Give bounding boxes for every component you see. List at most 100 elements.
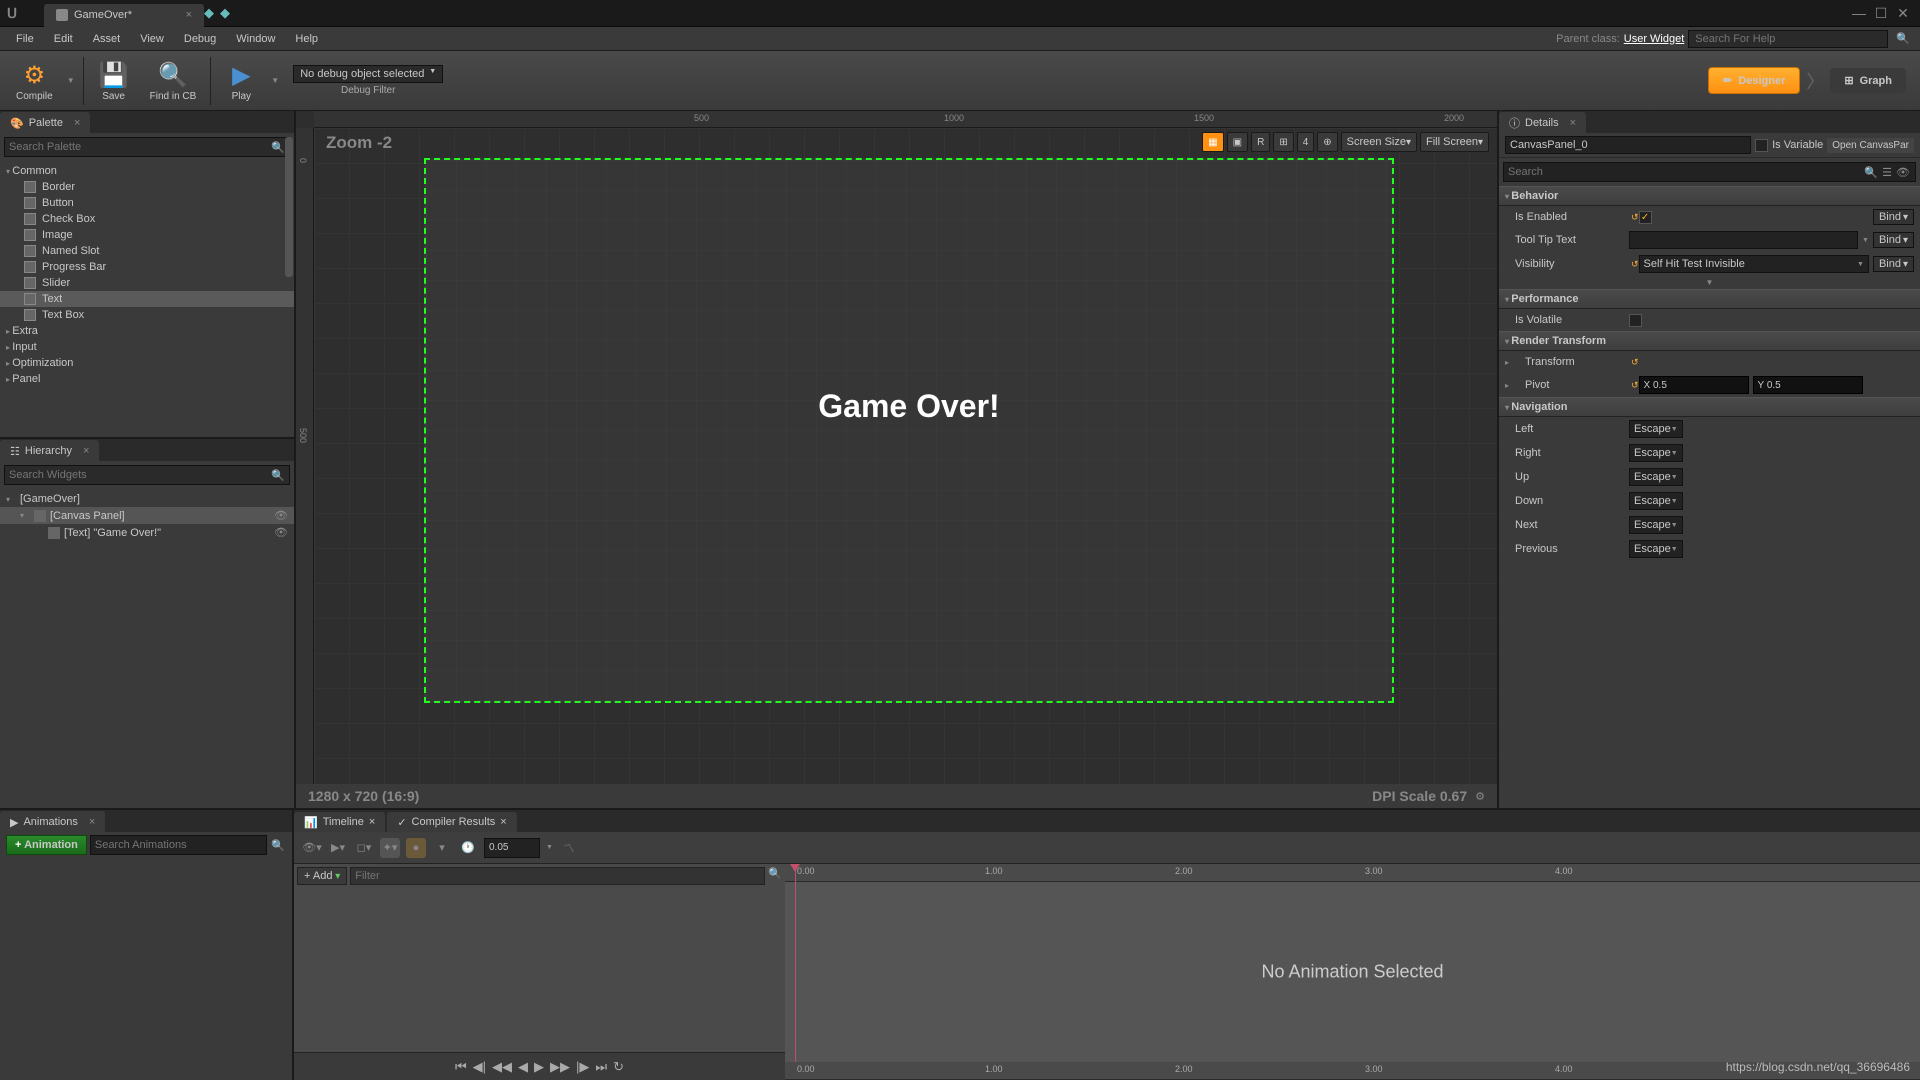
help-search-icon[interactable]: 🔍 xyxy=(1896,32,1910,45)
next-key-icon[interactable]: |▶ xyxy=(576,1059,589,1075)
vp-screensize-select[interactable]: Screen Size ▾ xyxy=(1341,132,1417,152)
bind-button[interactable]: Bind▾ xyxy=(1873,232,1914,248)
vp-fillscreen-select[interactable]: Fill Screen ▾ xyxy=(1420,132,1489,152)
palette-item-namedslot[interactable]: Named Slot xyxy=(0,243,294,259)
palette-item-text[interactable]: Text xyxy=(0,291,294,307)
compiler-results-tab[interactable]: ✓ Compiler Results× xyxy=(387,812,516,832)
palette-item-border[interactable]: Border xyxy=(0,179,294,195)
menu-file[interactable]: File xyxy=(6,30,44,48)
vp-loc-button[interactable]: ⊕ xyxy=(1317,132,1337,152)
eye-icon[interactable]: 👁 xyxy=(1895,166,1911,179)
animations-search-input[interactable] xyxy=(90,835,267,855)
vp-gridsnap-button[interactable]: 4 xyxy=(1297,132,1315,152)
category-render-transform[interactable]: Render Transform xyxy=(1499,331,1920,351)
close-icon[interactable]: × xyxy=(83,445,89,457)
is-variable-checkbox[interactable] xyxy=(1755,139,1768,152)
palette-item-textbox[interactable]: Text Box xyxy=(0,307,294,323)
view-options-icon[interactable]: 👁▾ xyxy=(302,838,322,858)
isenabled-checkbox[interactable] xyxy=(1639,211,1652,224)
nav-prev-select[interactable]: Escape▼ xyxy=(1629,540,1683,558)
menu-edit[interactable]: Edit xyxy=(44,30,83,48)
palette-item-image[interactable]: Image xyxy=(0,227,294,243)
menu-debug[interactable]: Debug xyxy=(174,30,226,48)
add-animation-button[interactable]: + Animation xyxy=(6,835,87,855)
nav-left-select[interactable]: Escape▼ xyxy=(1629,420,1683,438)
bind-button[interactable]: Bind▾ xyxy=(1873,256,1914,272)
visibility-icon[interactable]: 👁 xyxy=(274,526,288,539)
vp-layout-button[interactable]: ▦ xyxy=(1202,132,1223,152)
close-icon[interactable]: × xyxy=(369,816,375,828)
widget-name-input[interactable] xyxy=(1505,136,1751,154)
track-filter-input[interactable] xyxy=(350,867,765,885)
palette-item-progressbar[interactable]: Progress Bar xyxy=(0,259,294,275)
play-reverse-icon[interactable]: ◀ xyxy=(518,1059,528,1075)
palette-tab[interactable]: 🎨 Palette× xyxy=(0,112,90,134)
reset-icon[interactable]: ↺ xyxy=(1631,259,1639,270)
visibility-select[interactable]: Self Hit Test Invisible▼ xyxy=(1639,255,1869,273)
compile-dropdown[interactable]: ▼ xyxy=(63,76,79,85)
save-button[interactable]: 💾 Save xyxy=(88,56,140,105)
find-in-cb-button[interactable]: 🔍 Find in CB xyxy=(140,56,207,105)
playback-play-icon[interactable]: ▶▾ xyxy=(328,838,348,858)
canvas-text-widget[interactable]: Game Over! xyxy=(424,388,1394,425)
close-window-button[interactable]: ✕ xyxy=(1894,4,1912,22)
curve-editor-icon[interactable]: 〽 xyxy=(559,838,579,858)
palette-category-panel[interactable]: Panel xyxy=(0,371,294,387)
menu-view[interactable]: View xyxy=(130,30,174,48)
vp-r-button[interactable]: R xyxy=(1251,132,1270,152)
play-dropdown[interactable]: ▼ xyxy=(267,76,283,85)
details-search-input[interactable] xyxy=(1508,166,1863,178)
snap-icon[interactable]: ▾ xyxy=(432,838,452,858)
close-tab-icon[interactable]: × xyxy=(186,9,192,21)
hierarchy-text-widget[interactable]: [Text] "Game Over!"👁 xyxy=(0,524,294,541)
loop-icon[interactable]: ↻ xyxy=(613,1059,624,1075)
add-track-button[interactable]: + Add ▾ xyxy=(297,867,347,885)
designer-mode-button[interactable]: ✏ Designer xyxy=(1708,67,1800,94)
palette-category-optimization[interactable]: Optimization xyxy=(0,355,294,371)
category-navigation[interactable]: Navigation xyxy=(1499,397,1920,417)
tooltip-input[interactable] xyxy=(1629,231,1858,249)
menu-help[interactable]: Help xyxy=(285,30,328,48)
open-parent-button[interactable]: Open CanvasPar xyxy=(1827,138,1914,153)
hierarchy-canvas-panel[interactable]: ▾[Canvas Panel]👁 xyxy=(0,507,294,524)
animations-tab[interactable]: ▶ Animations× xyxy=(0,811,105,833)
expand-icon[interactable]: ▸ xyxy=(1505,358,1515,367)
palette-category-extra[interactable]: Extra xyxy=(0,323,294,339)
expand-icon[interactable]: ▸ xyxy=(1505,381,1515,390)
palette-item-button[interactable]: Button xyxy=(0,195,294,211)
graph-mode-button[interactable]: ⊞ Graph xyxy=(1830,68,1906,93)
help-search-input[interactable] xyxy=(1688,30,1888,48)
expand-advanced-icon[interactable]: ▼ xyxy=(1499,276,1920,289)
menu-asset[interactable]: Asset xyxy=(83,30,131,48)
palette-item-slider[interactable]: Slider xyxy=(0,275,294,291)
reset-icon[interactable]: ↺ xyxy=(1631,380,1639,391)
details-tab[interactable]: ⓘ Details× xyxy=(1499,112,1586,134)
hierarchy-root[interactable]: ▾[GameOver] xyxy=(0,491,294,507)
search-icon[interactable]: 🔍 xyxy=(271,469,285,482)
close-icon[interactable]: × xyxy=(89,816,95,828)
nav-next-select[interactable]: Escape▼ xyxy=(1629,516,1683,534)
play-forward-icon[interactable]: ▶ xyxy=(534,1059,544,1075)
source-control-icon[interactable]: ◆ xyxy=(204,5,214,21)
menu-window[interactable]: Window xyxy=(226,30,285,48)
search-icon[interactable]: 🔍 xyxy=(267,839,289,852)
pivot-x-input[interactable] xyxy=(1639,376,1749,394)
step-back-icon[interactable]: ◀◀ xyxy=(492,1059,512,1075)
search-icon[interactable]: 🔍 xyxy=(1863,166,1879,179)
vp-outline-button[interactable]: ▣ xyxy=(1227,132,1248,152)
vp-grid-button[interactable]: ⊞ xyxy=(1273,132,1293,152)
reset-icon[interactable]: ↺ xyxy=(1631,357,1639,368)
dpi-settings-icon[interactable]: ⚙ xyxy=(1475,790,1485,803)
canvas-panel-outline[interactable] xyxy=(424,158,1394,703)
time-input[interactable] xyxy=(484,838,540,858)
key-button-icon[interactable]: ✦▾ xyxy=(380,838,400,858)
palette-item-checkbox[interactable]: Check Box xyxy=(0,211,294,227)
timeline-ruler[interactable]: 0.00 1.00 2.00 3.00 4.00 xyxy=(785,864,1920,882)
step-fwd-icon[interactable]: ▶▶ xyxy=(550,1059,570,1075)
parent-class-link[interactable]: User Widget xyxy=(1624,33,1685,45)
nav-down-select[interactable]: Escape▼ xyxy=(1629,492,1683,510)
timeline-tab[interactable]: 📊 Timeline× xyxy=(294,812,385,832)
time-icon[interactable]: 🕐 xyxy=(458,838,478,858)
palette-category-common[interactable]: Common xyxy=(0,163,294,179)
category-behavior[interactable]: Behavior xyxy=(1499,186,1920,206)
